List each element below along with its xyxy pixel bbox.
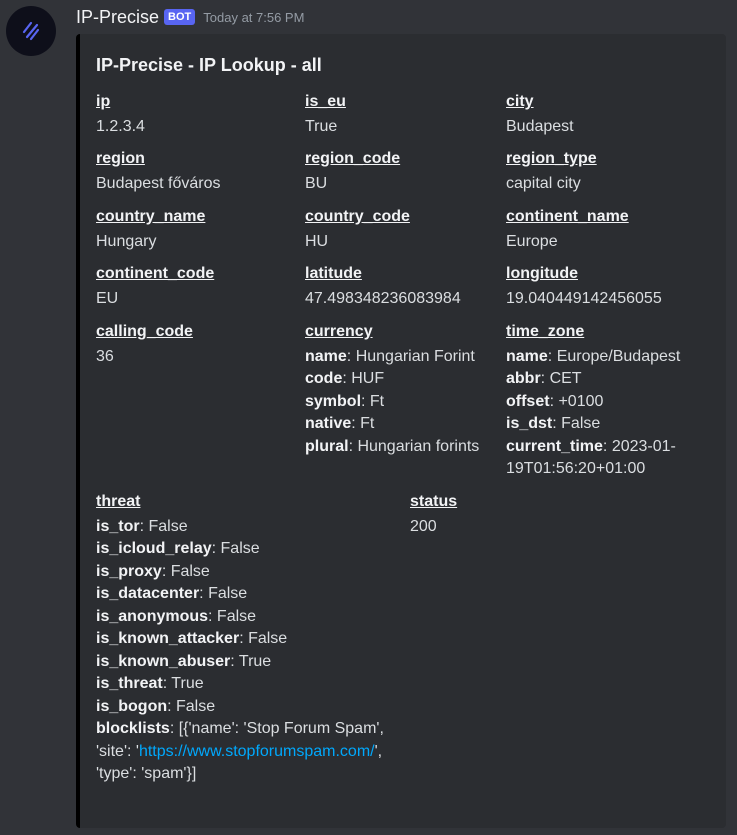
embed: IP-Precise - IP Lookup - all ip 1.2.3.4 … <box>76 34 726 828</box>
time-zone-offset: offset: +0100 <box>506 392 604 410</box>
field-name: time_zone <box>506 323 585 340</box>
field-city: city Budapest <box>506 91 706 138</box>
field-value: 36 <box>96 347 114 365</box>
currency-native: native: Ft <box>305 415 375 432</box>
threat-is-icloud-relay: is_icloud_relay: False <box>96 540 260 557</box>
bot-tag: BOT <box>164 9 196 25</box>
field-value: 19.040449142456055 <box>506 289 662 307</box>
field-name: status <box>410 493 458 510</box>
field-name: is_eu <box>305 93 346 110</box>
currency-name: name: Hungarian Forint <box>305 347 475 365</box>
time-zone-name: name: Europe/Budapest <box>506 347 681 365</box>
field-value: 47.498348236083984 <box>305 289 461 307</box>
field-calling-code: calling_code 36 <box>96 321 296 368</box>
currency-code: code: HUF <box>305 370 385 387</box>
threat-is-known-abuser: is_known_abuser: True <box>96 652 272 670</box>
field-status: status 200 <box>410 491 610 538</box>
field-value: capital city <box>506 174 581 192</box>
threat-is-bogon: is_bogon: False <box>96 697 216 715</box>
field-value: True <box>305 117 338 135</box>
threat-is-threat: is_threat: True <box>96 675 204 692</box>
threat-blocklists: blocklists: [{'name': 'Stop Forum Spam',… <box>96 720 384 782</box>
field-name: latitude <box>305 265 362 282</box>
field-continent-name: continent_name Europe <box>506 206 706 253</box>
threat-is-anonymous: is_anonymous: False <box>96 607 257 625</box>
field-value: Budapest <box>506 117 574 135</box>
bot-avatar[interactable] <box>6 6 56 56</box>
field-value: Hungary <box>96 232 157 250</box>
currency-symbol: symbol: Ft <box>305 392 385 410</box>
field-region-type: region_type capital city <box>506 148 706 195</box>
field-country-name: country_name Hungary <box>96 206 296 253</box>
field-name: region <box>96 150 145 167</box>
threat-is-datacenter: is_datacenter: False <box>96 585 248 602</box>
message-timestamp[interactable]: Today at 7:56 PM <box>203 10 304 25</box>
message-header: IP-Precise BOT Today at 7:56 PM <box>76 5 304 29</box>
field-name: ip <box>96 93 111 110</box>
time-zone-abbr: abbr: CET <box>506 370 582 387</box>
time-zone-is-dst: is_dst: False <box>506 415 601 432</box>
field-value: is_tor: False is_icloud_relay: False is_… <box>96 516 396 786</box>
field-value: Budapest főváros <box>96 174 221 192</box>
field-time-zone: time_zone name: Europe/Budapest abbr: CE… <box>506 321 706 481</box>
field-latitude: latitude 47.498348236083984 <box>305 263 500 310</box>
field-name: city <box>506 93 534 110</box>
username[interactable]: IP-Precise <box>76 7 159 28</box>
field-name: country_name <box>96 208 206 225</box>
field-value: name: Europe/Budapest abbr: CET offset: … <box>506 346 706 481</box>
field-name: region_code <box>305 150 401 167</box>
stopforumspam-link[interactable]: https://www.stopforumspam.com/ <box>139 743 375 760</box>
field-currency: currency name: Hungarian Forint code: HU… <box>305 321 500 458</box>
field-name: longitude <box>506 265 578 282</box>
field-value: Europe <box>506 232 558 250</box>
field-threat: threat is_tor: False is_icloud_relay: Fa… <box>96 491 396 786</box>
field-name: calling_code <box>96 323 193 340</box>
field-longitude: longitude 19.040449142456055 <box>506 263 711 310</box>
embed-title: IP-Precise - IP Lookup - all <box>96 55 322 75</box>
field-name: threat <box>96 493 141 510</box>
field-name: country_code <box>305 208 410 225</box>
field-ip: ip 1.2.3.4 <box>96 91 296 138</box>
field-name: continent_code <box>96 265 215 282</box>
field-value: name: Hungarian Forint code: HUF symbol:… <box>305 346 500 459</box>
field-region-code: region_code BU <box>305 148 500 195</box>
threat-is-tor: is_tor: False <box>96 517 188 535</box>
field-region: region Budapest főváros <box>96 148 296 195</box>
time-zone-current-time: current_time: 2023-01-19T01:56:20+01:00 <box>506 437 676 478</box>
field-value: 1.2.3.4 <box>96 117 145 135</box>
field-continent-code: continent_code EU <box>96 263 296 310</box>
field-country-code: country_code HU <box>305 206 500 253</box>
field-value: HU <box>305 232 329 250</box>
field-name: continent_name <box>506 208 629 225</box>
field-value: EU <box>96 289 119 307</box>
field-value: 200 <box>410 517 437 535</box>
field-name: currency <box>305 323 373 340</box>
slash-logo-icon <box>22 21 40 41</box>
threat-is-proxy: is_proxy: False <box>96 562 210 580</box>
field-value: BU <box>305 174 328 192</box>
field-name: region_type <box>506 150 597 167</box>
threat-is-known-attacker: is_known_attacker: False <box>96 630 288 647</box>
field-is-eu: is_eu True <box>305 91 500 138</box>
currency-plural: plural: Hungarian forints <box>305 437 480 455</box>
